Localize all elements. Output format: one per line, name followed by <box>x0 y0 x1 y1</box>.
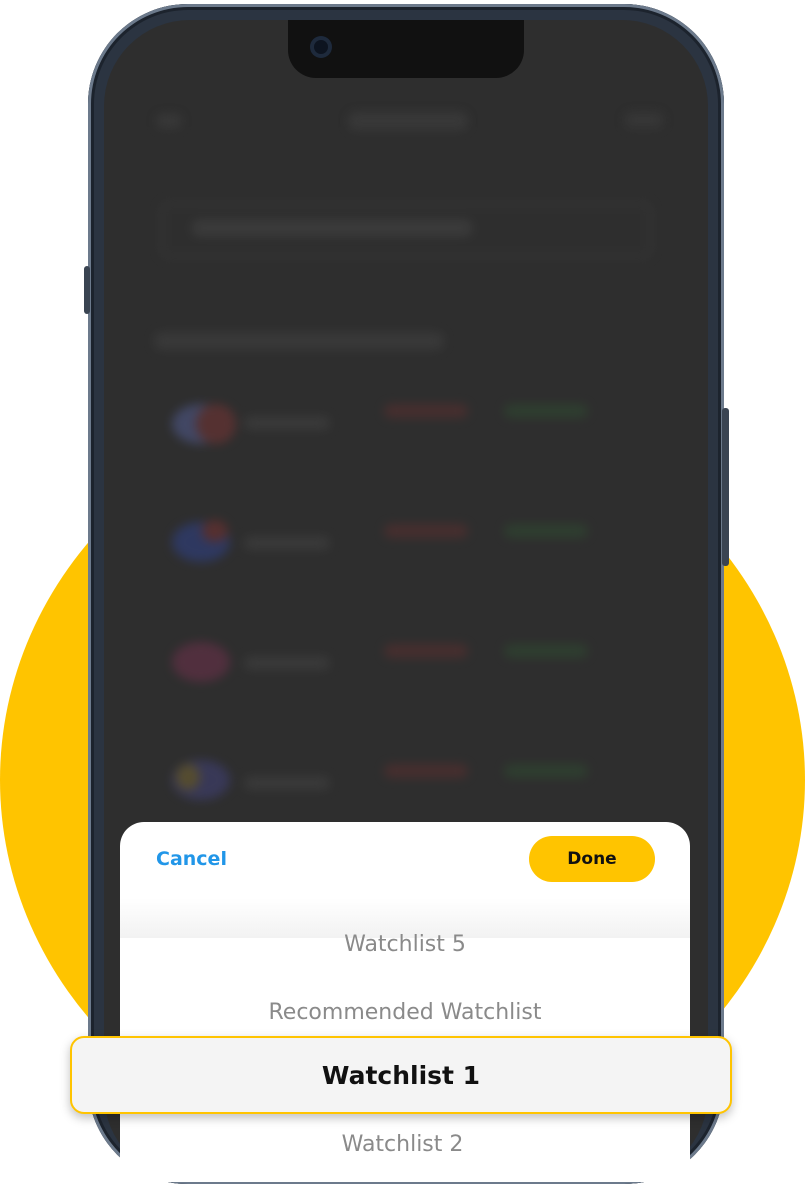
cancel-button[interactable]: Cancel <box>156 848 227 870</box>
picker-selected-item[interactable]: Watchlist 1 <box>70 1036 732 1114</box>
blurred-row-red-value <box>384 764 468 778</box>
picker-item[interactable]: Watchlist 2 <box>0 1132 805 1157</box>
blurred-header <box>348 112 468 130</box>
picker-item[interactable]: Recommended Watchlist <box>120 1000 690 1025</box>
watchlist-picker-sheet: Cancel Done Watchlist 5 Recommended Watc… <box>120 822 690 1182</box>
phone-notch <box>288 20 524 78</box>
blurred-row-flag <box>172 642 230 682</box>
blurred-row-green-value <box>504 644 588 658</box>
blurred-row-text <box>244 536 330 550</box>
blurred-row-red-value <box>384 524 468 538</box>
picker-selected-label: Watchlist 1 <box>321 1060 481 1090</box>
blurred-row-green-value <box>504 404 588 418</box>
blurred-row-red-value <box>384 404 468 418</box>
blurred-row-flag-accent <box>196 404 236 444</box>
front-camera-icon <box>310 36 332 58</box>
blurred-row-text <box>244 656 330 670</box>
blurred-row-flag-accent <box>176 764 200 790</box>
blurred-selector-text <box>192 220 472 236</box>
blurred-row-green-value <box>504 764 588 778</box>
done-button[interactable]: Done <box>529 836 655 882</box>
blurred-row-red-value <box>384 644 468 658</box>
blurred-row-text <box>244 416 330 430</box>
phone-side-button-right <box>722 408 729 566</box>
blurred-section-title <box>154 332 444 350</box>
phone-side-button-left <box>84 266 90 314</box>
blurred-header-action <box>624 112 664 128</box>
back-arrow-icon <box>156 114 182 128</box>
blurred-row-green-value <box>504 524 588 538</box>
blurred-row-text <box>244 776 330 790</box>
picker-item[interactable]: Watchlist 5 <box>120 932 690 957</box>
blurred-row-flag-accent <box>202 520 228 542</box>
